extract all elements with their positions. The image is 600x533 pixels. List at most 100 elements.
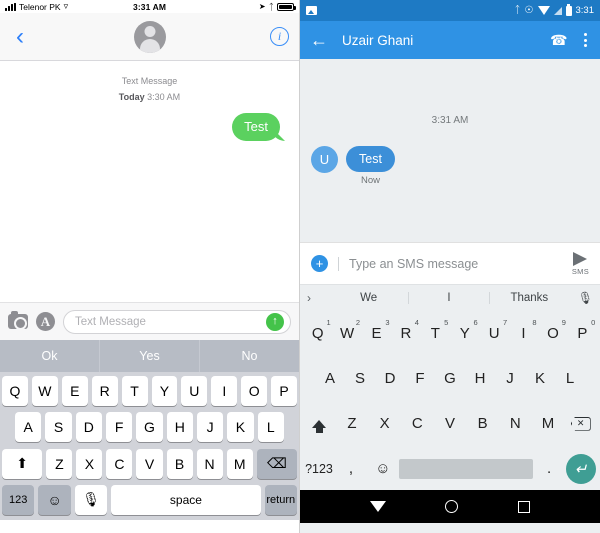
key-x[interactable]: X — [76, 448, 103, 479]
key-c[interactable]: C — [106, 448, 133, 479]
ios-status-left: Telenor PK ▿ — [5, 1, 133, 12]
enter-icon[interactable]: ↵ — [565, 452, 597, 486]
key-p[interactable]: 0P — [568, 316, 597, 350]
period-key[interactable]: . — [533, 452, 565, 486]
key-u[interactable]: 7U — [479, 316, 508, 350]
key-l[interactable]: L — [555, 361, 585, 395]
backspace-icon[interactable]: ✕ — [564, 407, 597, 441]
message-status: Now — [360, 175, 380, 186]
nav-home-icon[interactable] — [445, 500, 459, 513]
android-message-input[interactable]: Type an SMS message — [338, 256, 562, 271]
location-arrow-icon: ➤ — [258, 2, 266, 11]
key-j[interactable]: J — [196, 412, 224, 443]
incoming-bubble[interactable]: Test — [346, 146, 395, 172]
key-k[interactable]: K — [227, 412, 254, 443]
comma-key[interactable]: , — [335, 452, 367, 486]
key-v[interactable]: V — [434, 407, 467, 441]
vibrate-icon: ☉ — [524, 5, 534, 16]
back-arrow-icon[interactable]: ← — [310, 31, 328, 49]
key-s[interactable]: S — [45, 412, 72, 443]
key-l[interactable]: L — [257, 412, 284, 443]
emoji-icon[interactable]: ☺ — [367, 452, 399, 486]
key-h[interactable]: H — [465, 361, 495, 395]
key-y[interactable]: 6Y — [450, 316, 479, 350]
key-z[interactable]: Z — [336, 407, 369, 441]
symbols-key[interactable]: ?123 — [303, 452, 335, 486]
nav-back-icon[interactable] — [369, 501, 386, 512]
key-s[interactable]: S — [345, 361, 375, 395]
key-o[interactable]: O — [241, 376, 268, 406]
key-t[interactable]: T — [121, 376, 148, 406]
key-x[interactable]: X — [368, 407, 401, 441]
key-q[interactable]: 1Q — [303, 316, 332, 350]
mic-icon[interactable]: 🎙 — [74, 484, 108, 515]
key-b[interactable]: B — [466, 407, 499, 441]
key-n[interactable]: N — [499, 407, 532, 441]
key-n[interactable]: N — [196, 448, 223, 479]
expand-chevron-icon[interactable]: › — [307, 291, 329, 305]
overflow-menu-icon[interactable] — [581, 33, 590, 47]
attach-button[interactable]: + — [311, 255, 328, 272]
key-z[interactable]: Z — [46, 448, 73, 479]
key-w[interactable]: 2W — [332, 316, 361, 350]
key-h[interactable]: H — [166, 412, 193, 443]
key-p[interactable]: P — [271, 376, 298, 406]
key-g[interactable]: G — [136, 412, 163, 443]
key-i[interactable]: 8I — [509, 316, 538, 350]
phone-icon[interactable]: ☎ — [550, 32, 567, 49]
nav-recents-icon[interactable] — [518, 500, 531, 513]
ios-message-input[interactable]: Text Message ↑ — [63, 309, 291, 334]
key-r[interactable]: 4R — [391, 316, 420, 350]
key-e-number: 3 — [385, 318, 390, 327]
key-a[interactable]: A — [15, 412, 42, 443]
key-f[interactable]: F — [106, 412, 133, 443]
key-j[interactable]: J — [495, 361, 525, 395]
space-key[interactable] — [398, 452, 534, 486]
shift-icon[interactable] — [303, 407, 336, 441]
key-b[interactable]: B — [166, 448, 193, 479]
key-m[interactable]: M — [226, 448, 253, 479]
key-w[interactable]: W — [31, 376, 58, 406]
android-status-left — [306, 6, 515, 15]
key-y[interactable]: Y — [151, 376, 178, 406]
key-a[interactable]: A — [315, 361, 345, 395]
key-c[interactable]: C — [401, 407, 434, 441]
key-k[interactable]: K — [525, 361, 555, 395]
key-d[interactable]: D — [375, 361, 405, 395]
outgoing-bubble[interactable]: Test — [232, 113, 280, 141]
key-e[interactable]: E — [61, 376, 88, 406]
return-key[interactable]: return — [264, 484, 297, 515]
key-e[interactable]: 3E — [362, 316, 391, 350]
back-chevron-icon[interactable]: ‹ — [10, 24, 30, 49]
camera-icon[interactable] — [8, 311, 28, 330]
key-i[interactable]: I — [211, 376, 238, 406]
app-store-icon[interactable]: A — [36, 312, 55, 331]
key-q[interactable]: Q — [1, 376, 28, 406]
send-button[interactable]: SMS — [572, 251, 589, 276]
key-u[interactable]: U — [181, 376, 208, 406]
key-g[interactable]: G — [435, 361, 465, 395]
mic-icon[interactable]: 🎙 — [569, 291, 593, 305]
suggestion-3[interactable]: Thanks — [488, 291, 569, 304]
emoji-icon[interactable]: ☺ — [38, 484, 71, 515]
contact-avatar[interactable] — [134, 20, 166, 53]
suggestion-3[interactable]: No — [199, 340, 299, 372]
suggestion-1[interactable]: We — [329, 292, 408, 304]
suggestion-2[interactable]: I — [408, 291, 488, 304]
info-button[interactable]: i — [270, 27, 289, 46]
key-r[interactable]: R — [91, 376, 118, 406]
numbers-key[interactable]: 123 — [2, 484, 35, 515]
key-v[interactable]: V — [136, 448, 163, 479]
key-f[interactable]: F — [405, 361, 435, 395]
send-button[interactable]: ↑ — [266, 312, 284, 331]
key-o[interactable]: 9O — [538, 316, 567, 350]
key-r-label: R — [400, 324, 412, 342]
key-t[interactable]: 5T — [421, 316, 450, 350]
key-m[interactable]: M — [532, 407, 565, 441]
suggestion-1[interactable]: Ok — [0, 340, 99, 372]
space-key[interactable]: space — [111, 484, 261, 515]
suggestion-2[interactable]: Yes — [99, 340, 199, 372]
shift-icon[interactable]: ⬆ — [1, 448, 43, 479]
key-d[interactable]: D — [75, 412, 102, 443]
backspace-icon[interactable]: ⌫ — [256, 448, 298, 479]
